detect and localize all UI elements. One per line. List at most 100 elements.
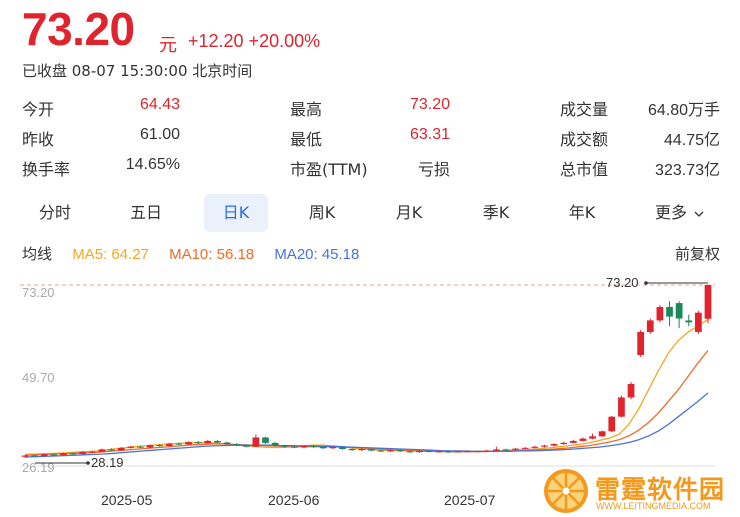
candle-body [242,445,250,447]
candle-body [387,450,394,452]
candle-body [40,454,48,456]
stat-label-pe: 市盈(TTM) [290,160,368,179]
stat-label-market-cap: 总市值 [560,160,609,179]
adjust-mode-toggle[interactable]: 前复权 [675,243,720,264]
y-tick-mid: 49.70 [22,370,55,385]
candle-body [646,320,654,332]
candle [695,310,702,334]
candle [666,301,673,327]
candle-body [483,450,491,452]
candle-body [214,440,221,443]
tab-monthly-k[interactable]: 月K [376,194,442,232]
candle-body [396,450,404,452]
candle [98,448,106,453]
candle-body [252,437,260,447]
candle [531,445,539,449]
candle-body [165,443,173,446]
candle-body [50,454,58,456]
candle-body [704,285,712,319]
candle-body [656,306,664,321]
price-unit: 元 [159,35,177,56]
low-annotation-label: 28.19 [91,455,124,470]
candle-body [310,445,317,447]
candle-body [79,452,87,455]
candle [492,446,500,451]
tab-quarterly-k[interactable]: 季K [463,194,529,232]
candle-body [88,451,96,453]
candle [675,301,683,329]
candle [598,430,606,438]
candle-body [31,455,38,457]
stat-label-open: 今开 [22,100,55,119]
ma20-value: MA20: 45.18 [274,246,360,263]
candle [704,285,712,324]
tab-daily-k[interactable]: 日K [204,194,268,232]
candle-body [69,453,77,455]
tab-weekly-k[interactable]: 周K [289,194,355,232]
candle-body [367,449,375,451]
candle-body [531,446,539,448]
candle-body [608,416,616,432]
candle-body [233,444,241,446]
candle [252,434,260,448]
stat-value-pe: 亏损 [417,162,450,179]
candle [560,441,568,445]
candle-body [290,446,298,448]
high-annotation-dot [644,281,648,285]
candle [627,382,635,400]
candle-body [435,451,443,453]
x-tick-jul: 2025-07 [444,492,496,508]
candle-body [560,442,568,445]
tab-intraday[interactable]: 分时 [22,194,88,232]
candle-body [685,320,693,323]
tab-yearly-k[interactable]: 年K [549,194,615,232]
candle-body [579,438,587,441]
stat-value-open: 64.43 [139,96,180,113]
orange-slice-icon [544,469,588,513]
stat-value-prev-close: 61.00 [139,126,180,143]
candle-body [473,450,481,452]
low-annotation-dot [86,461,90,465]
stat-label-turnover-amount: 成交额 [560,130,609,149]
candle-body [185,442,192,445]
candle-body [300,445,308,448]
candle-body [175,443,183,445]
high-annotation-label: 73.20 [606,275,639,290]
candle-body [377,450,385,452]
candle-body [21,455,29,457]
candle-body [569,440,577,443]
stat-label-prev-close: 昨收 [22,130,55,149]
candle-body [262,437,269,443]
market-status: 已收盘 08-07 15:30:00 北京时间 [22,62,253,80]
candle-body [98,449,106,452]
candle-body [464,450,471,452]
stat-label-high: 最高 [290,100,323,119]
candle [608,415,616,433]
candle [541,444,548,448]
tab-more[interactable]: 更多 [640,194,720,232]
tab-five-day[interactable]: 五日 [113,194,179,232]
stat-label-turnover-rate: 换手率 [22,160,71,179]
candle-body [137,446,144,448]
candle-body [454,451,462,453]
candle-body [512,448,519,450]
candle [262,436,269,445]
candle-body [348,449,356,451]
watermark-logo: 雷霆软件园 WWW.LEITINGMEDIA.COM [543,468,738,514]
candle-body [358,449,366,451]
current-price: 73.20 [22,3,135,55]
stats-grid: 今开 64.43 最高 73.20 成交量 64.80万手 昨收 61.00 最… [0,92,740,187]
candle [646,318,654,334]
candle [589,433,596,440]
candle [637,330,645,357]
candle-body [281,445,289,447]
ma5-value: MA5: 64.27 [72,246,149,263]
x-tick-jun: 2025-06 [268,492,320,508]
candle-body [666,306,673,317]
x-tick-may: 2025-05 [101,492,153,508]
candle-body [194,442,202,444]
candle [367,448,375,452]
candle-body [627,383,635,398]
candle-body [521,447,529,449]
candle [502,448,510,451]
